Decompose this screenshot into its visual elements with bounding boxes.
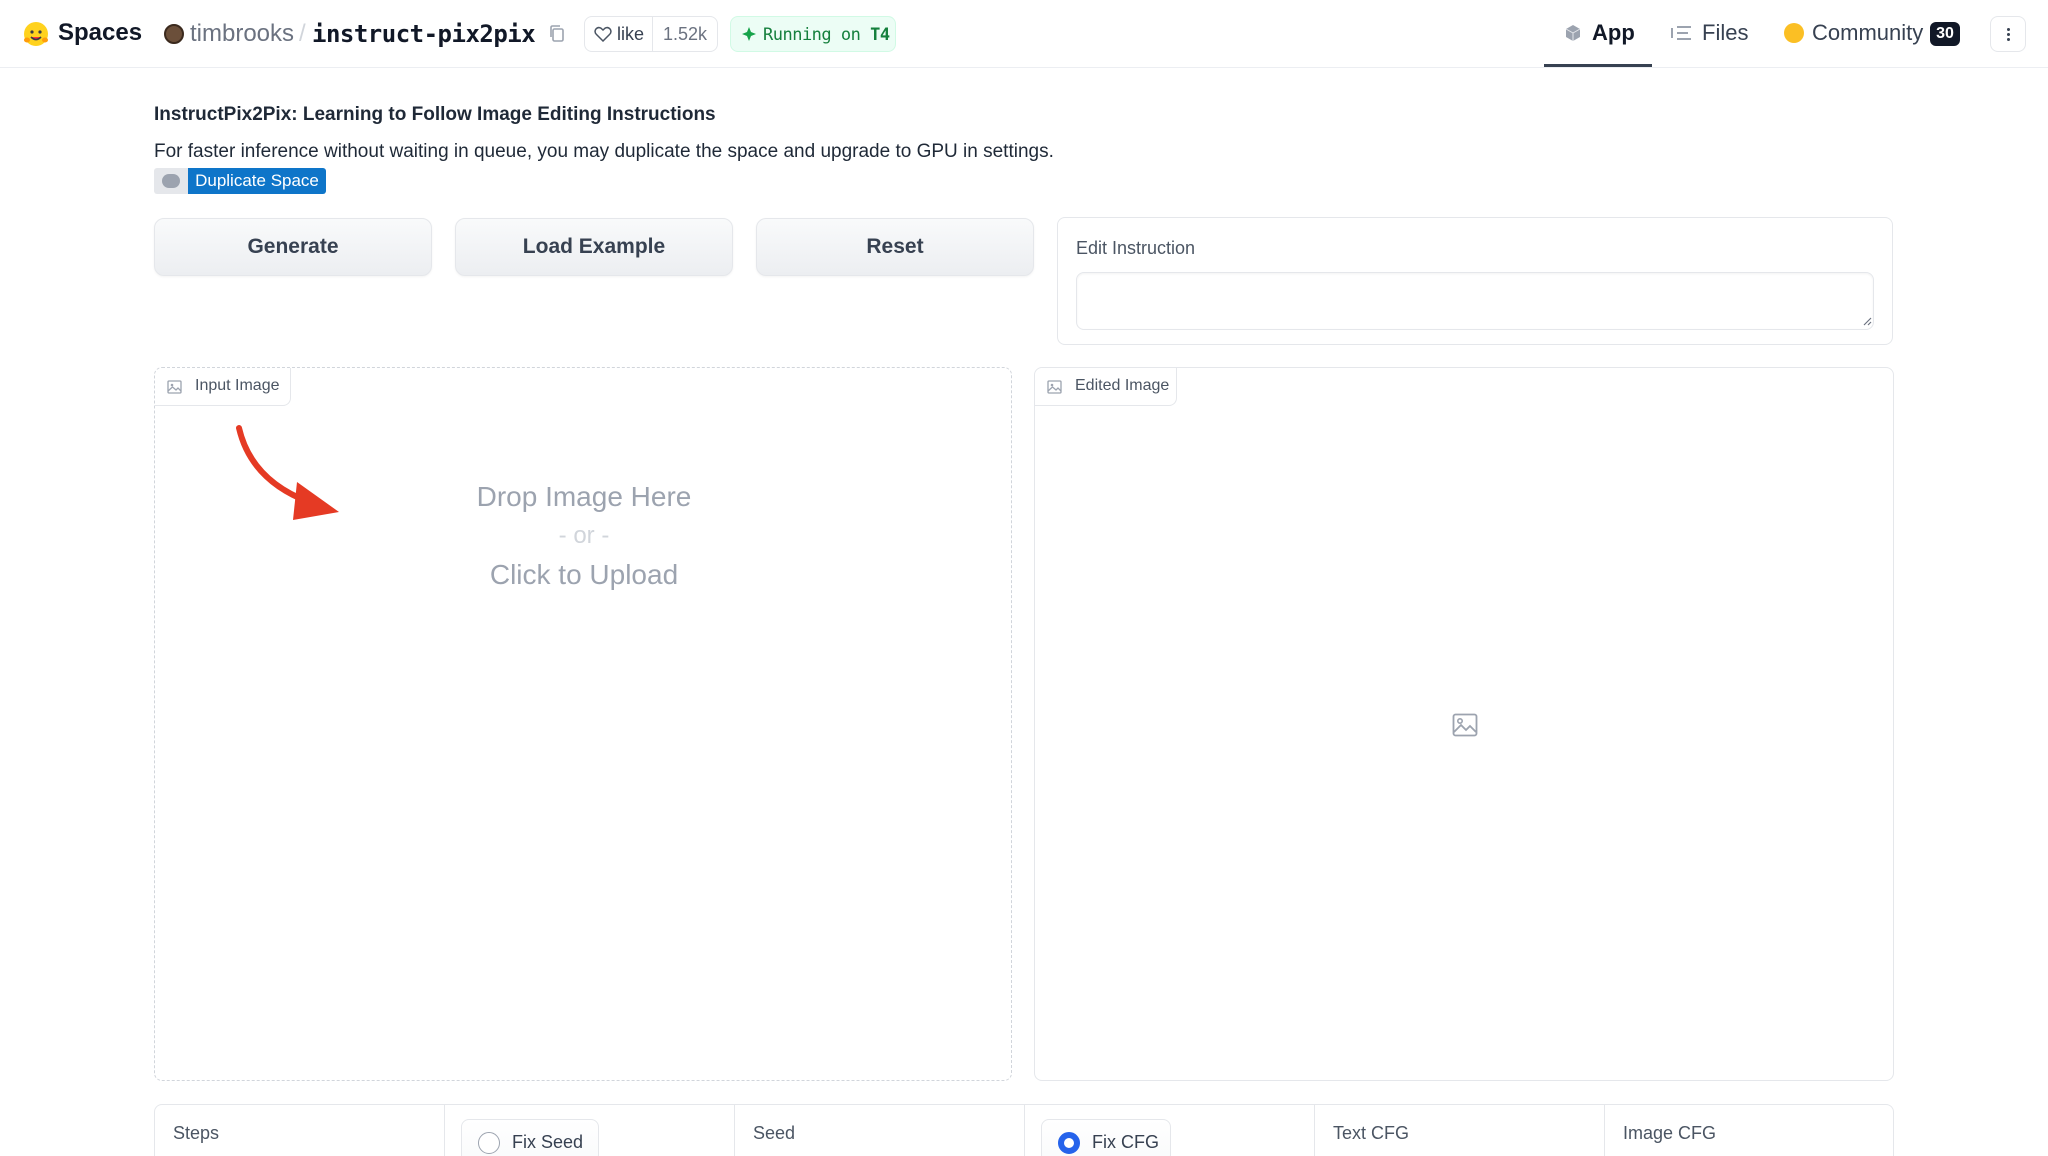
copy-icon[interactable] [548, 24, 566, 44]
edit-instruction-label: Edit Instruction [1076, 238, 1196, 258]
input-image-dropzone[interactable]: Input Image Drop Image Here - or - Click… [154, 367, 1012, 1081]
like-toggle[interactable]: like [585, 17, 653, 51]
heart-icon [594, 26, 612, 42]
fix-cfg-radio[interactable]: Fix CFG [1041, 1119, 1171, 1156]
edit-instruction-block: Edit Instruction [1057, 217, 1893, 345]
kebab-menu-icon [2007, 38, 2010, 41]
drop-or-text: - or - [558, 522, 610, 549]
drop-image-text: Drop Image Here [476, 481, 692, 512]
load-example-button[interactable]: Load Example [455, 218, 733, 276]
seed-label: Seed [753, 1123, 796, 1143]
tab-community[interactable]: Community [1812, 20, 1923, 46]
active-tab-indicator [1544, 64, 1652, 67]
top-navbar: Spaces timbrooks / instruct-pix2pix like… [0, 0, 2048, 68]
image-cfg-setting: Image CFG [1605, 1105, 1895, 1156]
tab-app[interactable]: App [1592, 20, 1635, 46]
image-cfg-label: Image CFG [1623, 1123, 1717, 1143]
duplicate-icon [162, 174, 180, 188]
kebab-menu-icon [2007, 33, 2010, 36]
tab-files[interactable]: Files [1702, 20, 1748, 46]
page-title: InstructPix2Pix: Learning to Follow Imag… [154, 104, 716, 125]
files-icon [1671, 26, 1691, 40]
image-placeholder-icon [1452, 713, 1478, 737]
repo-name-link[interactable]: instruct-pix2pix [312, 20, 536, 48]
image-icon [167, 380, 182, 394]
seed-setting: Seed [735, 1105, 1025, 1156]
edit-instruction-input[interactable] [1076, 272, 1874, 330]
runtime-status-text: Running on T4 [763, 25, 890, 45]
cube-icon [1565, 25, 1581, 41]
like-label: like [617, 24, 645, 44]
resize-handle-icon[interactable] [1862, 316, 1872, 326]
fix-seed-setting: Fix Seed [445, 1105, 735, 1156]
fix-cfg-label: Fix CFG [1092, 1132, 1159, 1152]
edited-image-tag: Edited Image [1035, 368, 1177, 406]
like-button[interactable]: like 1.52k [584, 16, 718, 52]
duplicate-space-label[interactable]: Duplicate Space [188, 168, 326, 194]
text-cfg-label: Text CFG [1333, 1123, 1410, 1143]
duplicate-space-icon-box [154, 168, 188, 194]
hardware-chip-icon [742, 27, 756, 41]
input-image-label: Input Image [195, 377, 280, 394]
community-icon [1784, 23, 1804, 43]
generate-button[interactable]: Generate [154, 218, 432, 276]
edited-image-label: Edited Image [1075, 377, 1170, 394]
annotation-arrow-icon [236, 425, 339, 520]
owner-link[interactable]: timbrooks [190, 20, 294, 48]
edited-image-panel: Edited Image [1034, 367, 1894, 1081]
spaces-link[interactable]: Spaces [58, 19, 142, 47]
fix-cfg-setting: Fix CFG [1025, 1105, 1315, 1156]
owner-avatar[interactable] [164, 24, 184, 44]
community-count-badge: 30 [1930, 22, 1960, 46]
steps-setting: Steps [155, 1105, 445, 1156]
generation-settings-row: Steps Fix Seed Seed Fix CFG Text CFG Ima… [154, 1104, 1894, 1156]
page-description: For faster inference without waiting in … [154, 141, 1054, 162]
huggingface-logo-icon[interactable] [22, 20, 50, 48]
fix-seed-radio[interactable]: Fix Seed [461, 1119, 599, 1156]
fix-seed-label: Fix Seed [512, 1132, 584, 1152]
more-options-button[interactable] [1990, 16, 2026, 52]
click-to-upload-text: Click to Upload [489, 559, 679, 590]
fix-seed-radio-circle[interactable] [478, 1132, 500, 1154]
runtime-status-badge[interactable]: Running on T4 [730, 16, 896, 52]
steps-label: Steps [173, 1123, 220, 1143]
like-count[interactable]: 1.52k [663, 24, 707, 45]
reset-button[interactable]: Reset [756, 218, 1034, 276]
image-icon [1047, 380, 1062, 394]
input-image-tag: Input Image [155, 368, 291, 406]
text-cfg-setting: Text CFG [1315, 1105, 1605, 1156]
fix-cfg-radio-circle[interactable] [1058, 1132, 1080, 1154]
path-separator: / [299, 20, 306, 47]
kebab-menu-icon [2007, 28, 2010, 31]
